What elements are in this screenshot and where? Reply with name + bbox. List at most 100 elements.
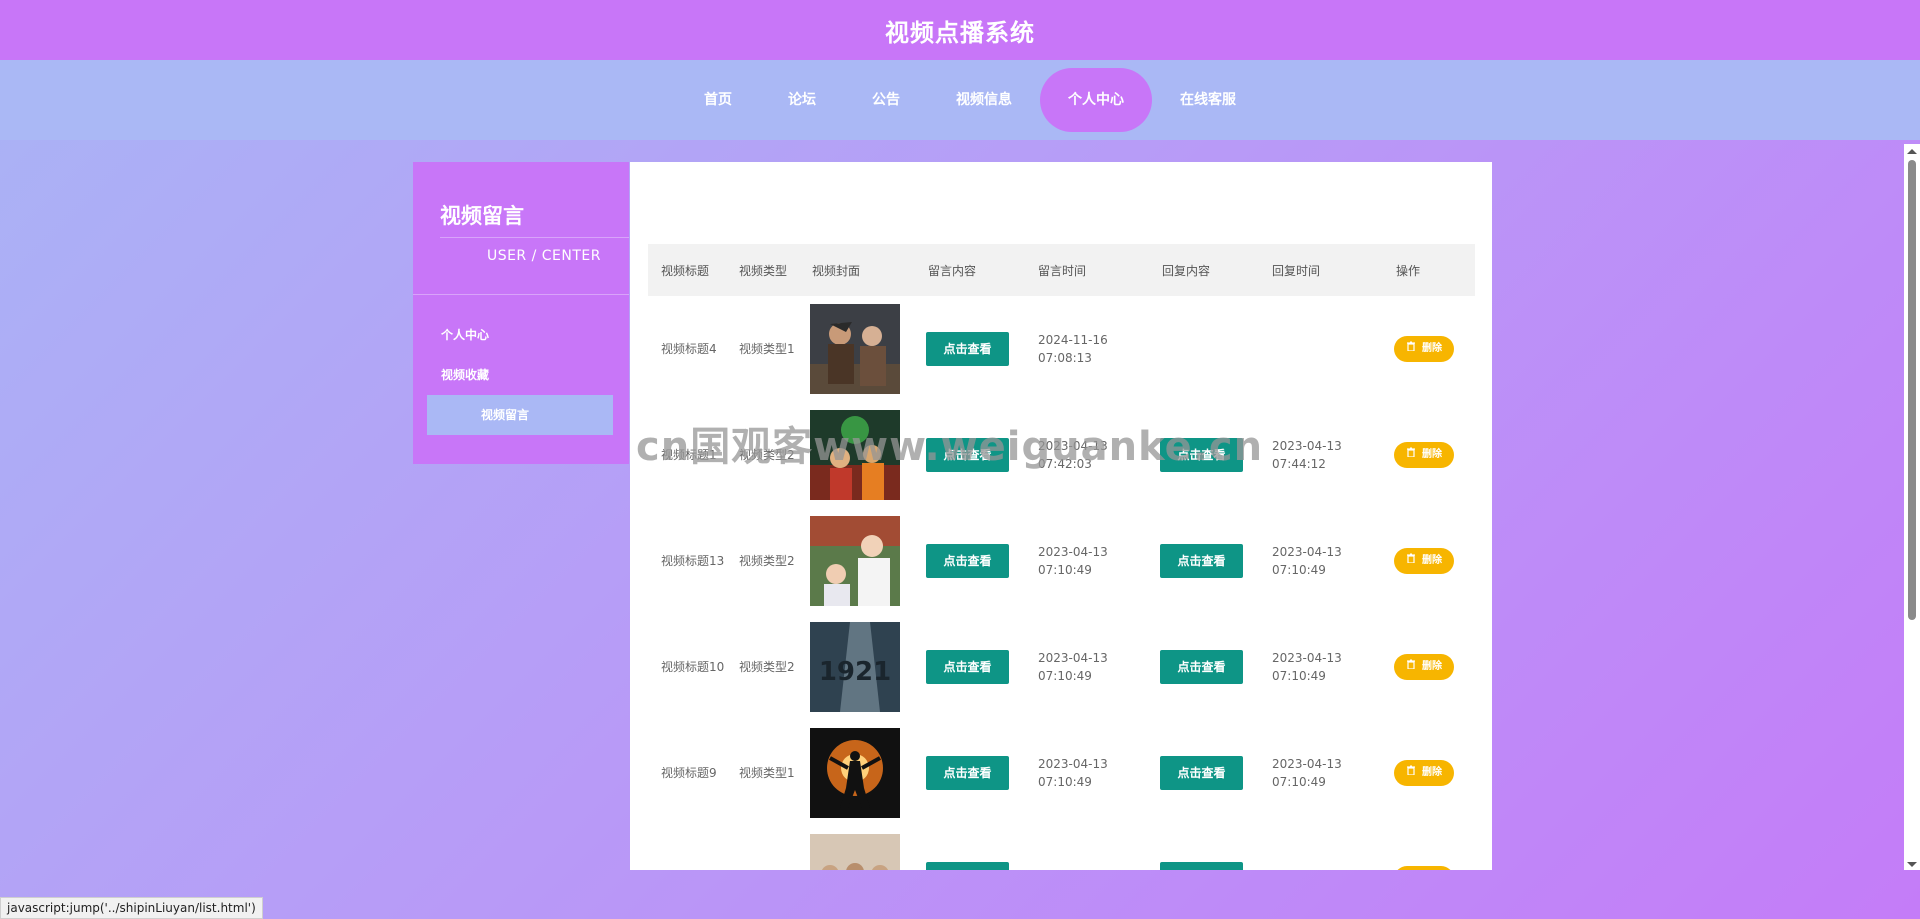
sidebar-item-video-favorites[interactable]: 视频收藏 — [427, 355, 613, 395]
cell-type: 视频类 — [726, 826, 799, 870]
nav-item-user-center[interactable]: 个人中心 — [1040, 68, 1152, 132]
cell-title: 视频标题4 — [661, 342, 717, 356]
view-comment-button[interactable]: 点击查看 — [926, 650, 1009, 684]
cell-reply: 点击查看 — [1149, 402, 1259, 508]
scroll-down-arrow-icon[interactable] — [1907, 862, 1917, 867]
cell-cover — [799, 826, 915, 870]
sidebar-header: 视频留言 USER / CENTER — [413, 162, 629, 295]
cell-comment: 点击查看 — [915, 296, 1025, 402]
col-header-comment-time: 留言时间 — [1038, 263, 1087, 278]
sidebar-item-video-comments[interactable]: 视频留言 — [427, 395, 613, 435]
cover-battle-image[interactable] — [810, 304, 900, 394]
cell-actions: 删除 — [1383, 402, 1475, 508]
cell-type: 视频类型2 — [739, 448, 795, 462]
trash-icon — [1406, 764, 1416, 782]
view-reply-button[interactable]: 点击查看 — [1160, 438, 1243, 472]
trash-icon — [1406, 446, 1416, 464]
svg-text:1921: 1921 — [819, 657, 891, 687]
view-comment-button[interactable]: 点击查看 — [926, 438, 1009, 472]
view-comment-button[interactable]: 点击查看 — [926, 862, 1009, 870]
view-reply-button[interactable]: 点击查看 — [1160, 756, 1243, 790]
comments-table: 视频标题 视频类型 视频封面 留言内容 留言时间 回复内容 回复时间 操作 视频… — [648, 244, 1475, 870]
cell-cover — [799, 508, 915, 614]
nav-item-video-info[interactable]: 视频信息 — [928, 68, 1040, 132]
nav-item-announcement[interactable]: 公告 — [844, 68, 928, 132]
cell-comment: 点击查看 — [915, 826, 1025, 870]
cell-reply-time — [1259, 296, 1383, 402]
view-comment-button[interactable]: 点击查看 — [926, 332, 1009, 366]
delete-label: 删除 — [1422, 767, 1442, 778]
sidebar-subtitle: USER / CENTER — [486, 248, 601, 264]
cell-comment: 点击查看 — [915, 614, 1025, 720]
cell-type: 视频类型2 — [739, 660, 795, 674]
table-row: 视频标题13 视频类型2 点击查看 2023-04-13 07:10:49 点击… — [648, 508, 1475, 614]
cell-reply — [1149, 296, 1259, 402]
cover-1921-image[interactable]: 1921 — [810, 622, 900, 712]
cover-group-image[interactable] — [810, 834, 900, 870]
col-header-title: 视频标题 — [661, 263, 710, 278]
delete-button[interactable]: 删除 — [1394, 866, 1454, 870]
delete-button[interactable]: 删除 — [1394, 442, 1454, 468]
sidebar-item-user-center[interactable]: 个人中心 — [427, 315, 613, 355]
cell-comment-time: 2023-04-13 07:10:49 — [1038, 757, 1108, 789]
view-comment-button[interactable]: 点击查看 — [926, 756, 1009, 790]
view-reply-button[interactable]: 点击查看 — [1160, 544, 1243, 578]
table-row: 视频标题 视频类 点击查看 2023-04-13 点击查看 2023-04-13… — [648, 826, 1475, 870]
cell-reply-time: 2023-04-13 07:10:49 — [1272, 545, 1342, 577]
col-header-reply-time: 回复时间 — [1272, 263, 1321, 278]
table-row: 视频标题4 视频类型1 点击查看 2024-11-16 07:08:13 删除 — [648, 296, 1475, 402]
table-row: 视频标题10 视频类型2 1921 点击查看 2023-04-13 07:10:… — [648, 614, 1475, 720]
nav-item-forum[interactable]: 论坛 — [760, 68, 844, 132]
delete-button[interactable]: 删除 — [1394, 336, 1454, 362]
table-row: 视频标题9 视频类型1 点击查看 2023-04-13 07:10:49 点击查… — [648, 720, 1475, 826]
cell-comment-time: 2024-11-16 07:08:13 — [1038, 333, 1108, 365]
cell-title: 视频标题 — [648, 826, 726, 870]
cover-drama-image[interactable] — [810, 516, 900, 606]
nav-item-home[interactable]: 首页 — [676, 68, 760, 132]
view-comment-button[interactable]: 点击查看 — [926, 544, 1009, 578]
cell-comment: 点击查看 — [915, 720, 1025, 826]
col-header-comment: 留言内容 — [928, 263, 977, 278]
cell-title: 视频标题13 — [661, 554, 725, 568]
sidebar-menu: 个人中心 视频收藏 视频留言 — [427, 315, 613, 435]
main-nav: 首页 论坛 公告 视频信息 个人中心 在线客服 — [0, 60, 1920, 140]
cell-reply-time: 2023-04-13 07:10:49 — [1272, 651, 1342, 683]
cell-cover: 1921 — [799, 614, 915, 720]
status-bar-url: javascript:jump('../shipinLiuyan/list.ht… — [0, 897, 263, 919]
cell-comment-time: 2023-04-13 — [1025, 826, 1149, 870]
cover-silhouette-image[interactable] — [810, 728, 900, 818]
table-row: 视频标题1 视频类型2 点击查看 2023-04-13 07:42:03 点击查… — [648, 402, 1475, 508]
cell-actions: 删除 — [1383, 296, 1475, 402]
cell-comment-time: 2023-04-13 07:10:49 — [1038, 545, 1108, 577]
cover-fantasy-image[interactable] — [810, 410, 900, 500]
sidebar: 视频留言 USER / CENTER 个人中心 视频收藏 视频留言 — [413, 162, 629, 464]
scrollbar-thumb[interactable] — [1908, 160, 1916, 620]
trash-icon — [1406, 340, 1416, 358]
cell-reply: 点击查看 — [1149, 720, 1259, 826]
delete-button[interactable]: 删除 — [1394, 654, 1454, 680]
cell-reply: 点击查看 — [1149, 614, 1259, 720]
col-header-reply: 回复内容 — [1162, 263, 1211, 278]
cell-comment: 点击查看 — [915, 508, 1025, 614]
cell-title: 视频标题9 — [661, 766, 717, 780]
cell-comment: 点击查看 — [915, 402, 1025, 508]
cell-actions: 删除 — [1383, 508, 1475, 614]
col-header-type: 视频类型 — [739, 263, 788, 278]
cell-reply: 点击查看 — [1149, 508, 1259, 614]
cell-cover — [799, 720, 915, 826]
delete-label: 删除 — [1422, 449, 1442, 460]
scroll-up-arrow-icon[interactable] — [1907, 149, 1917, 154]
table-body: 视频标题4 视频类型1 点击查看 2024-11-16 07:08:13 删除 … — [648, 296, 1475, 870]
cell-cover — [799, 402, 915, 508]
delete-button[interactable]: 删除 — [1394, 548, 1454, 574]
cell-cover — [799, 296, 915, 402]
trash-icon — [1406, 658, 1416, 676]
main-content: 视频标题 视频类型 视频封面 留言内容 留言时间 回复内容 回复时间 操作 视频… — [630, 162, 1492, 870]
nav-item-online-service[interactable]: 在线客服 — [1152, 68, 1264, 132]
sidebar-divider — [440, 237, 629, 238]
delete-button[interactable]: 删除 — [1394, 760, 1454, 786]
view-reply-button[interactable]: 点击查看 — [1160, 650, 1243, 684]
cell-actions: 删除 — [1383, 720, 1475, 826]
table-header-row: 视频标题 视频类型 视频封面 留言内容 留言时间 回复内容 回复时间 操作 — [648, 244, 1475, 296]
view-reply-button[interactable]: 点击查看 — [1160, 862, 1243, 870]
